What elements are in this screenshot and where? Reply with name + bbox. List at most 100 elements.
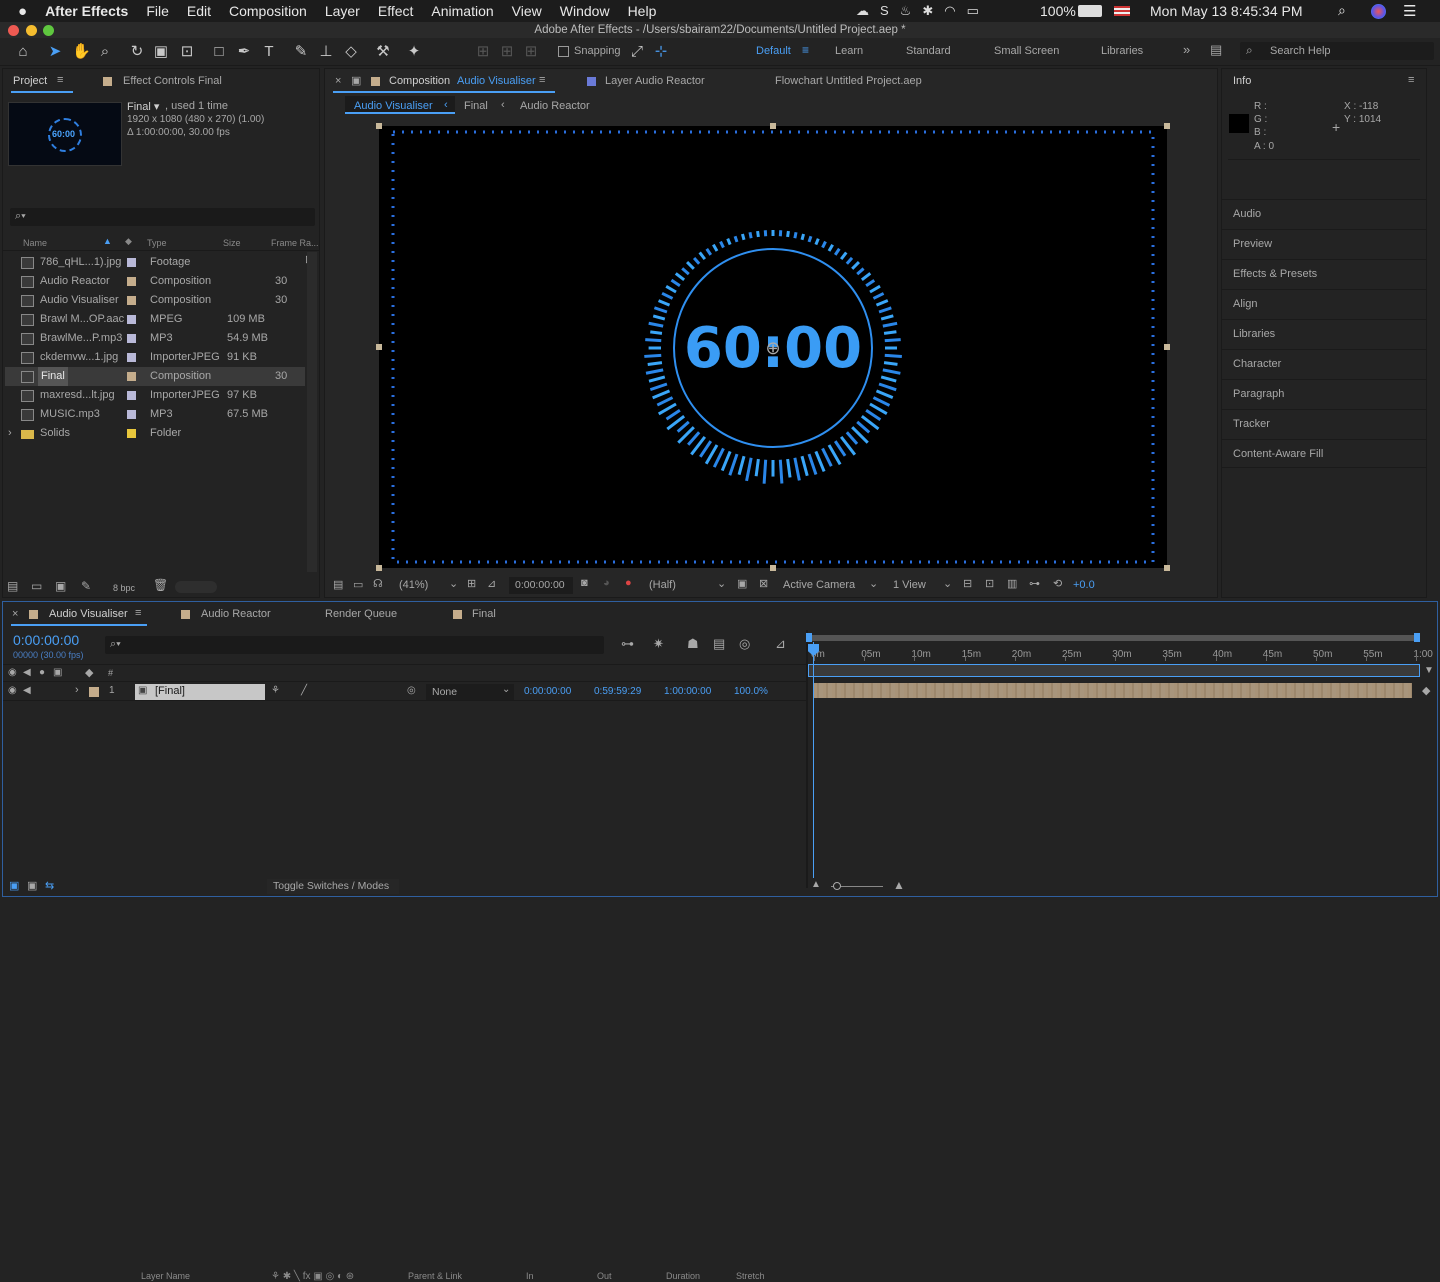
snap-features-icon[interactable]: ⊹ [652, 43, 670, 61]
zoom-out-icon[interactable]: ▲ [811, 879, 821, 890]
lock-icon[interactable]: ▣ [351, 74, 361, 87]
rectangle-tool-icon[interactable]: □ [210, 43, 228, 61]
project-item-row[interactable]: MUSIC.mp3MP367.5 MB [5, 405, 305, 424]
layer-label-swatch[interactable] [89, 687, 99, 697]
breadcrumb-final[interactable]: Final [464, 100, 488, 112]
exposure-value[interactable]: +0.0 [1073, 579, 1095, 591]
workspace-libraries[interactable]: Libraries [1101, 45, 1143, 57]
toggle-pixel-aspect-icon[interactable]: ⊟ [963, 577, 972, 590]
menu-effect[interactable]: Effect [369, 3, 423, 19]
home-icon[interactable]: ⌂ [14, 43, 32, 61]
work-area-start-handle[interactable] [806, 633, 812, 642]
new-folder-icon[interactable]: ▭ [31, 579, 42, 593]
wifi-icon[interactable]: ◠ [944, 3, 955, 19]
tab-effect-controls[interactable]: Effect Controls Final [123, 75, 222, 87]
label-tag-icon[interactable]: ◆ [85, 666, 93, 679]
project-tab-menu-icon[interactable]: ≡ [57, 74, 63, 86]
panel-preview[interactable]: Preview [1222, 229, 1426, 258]
menu-help[interactable]: Help [619, 3, 666, 19]
app-menu[interactable]: After Effects [36, 3, 137, 19]
channel-icon[interactable]: ● [625, 577, 632, 589]
adjust-project-settings-icon[interactable]: ✎ [81, 579, 91, 593]
navigator-bar[interactable] [808, 664, 1420, 677]
zoom-in-icon[interactable]: ▲ [893, 878, 905, 892]
project-item-row[interactable]: BrawlMe...P.mp3MP354.9 MB [5, 329, 305, 348]
menu-view[interactable]: View [503, 3, 551, 19]
timeline-close-tab-icon[interactable]: × [12, 608, 18, 620]
timeline-icon[interactable]: ▥ [1007, 577, 1017, 590]
menu-animation[interactable]: Animation [422, 3, 502, 19]
anchor-point-icon[interactable]: ⊕ [765, 338, 780, 358]
workspace-default[interactable]: Default [756, 45, 791, 57]
zoom-tool-icon[interactable]: ⌕ [96, 43, 114, 61]
project-scrollbar[interactable] [307, 252, 317, 572]
snap-edges-icon[interactable]: ⤢ [628, 43, 646, 61]
layer-name-cell[interactable]: ▣ [Final] [135, 684, 265, 700]
header-in[interactable]: In [526, 1271, 534, 1281]
project-item-row[interactable]: ›SolidsFolder [5, 424, 305, 443]
solo-switch-icon[interactable]: ● [39, 667, 45, 678]
airplay-icon[interactable]: ▭ [967, 3, 979, 19]
delete-icon[interactable]: 🗑 [153, 578, 168, 592]
project-item-row[interactable]: maxresd...lt.jpgImporterJPEG97 KB [5, 386, 305, 405]
brush-tool-icon[interactable]: ✎ [292, 43, 310, 61]
interpret-footage-icon[interactable]: ▤ [7, 579, 18, 593]
expand-in-out-icon[interactable]: ⇆ [45, 879, 54, 892]
graph-editor-icon[interactable]: ⊿ [775, 636, 786, 652]
viewer-handle-br[interactable] [1164, 565, 1170, 571]
current-time-field[interactable]: 0:00:00:00 [509, 577, 573, 594]
hide-shy-layers-icon[interactable]: ☗ [687, 636, 699, 652]
menu-layer[interactable]: Layer [316, 3, 369, 19]
column-frame-rate[interactable]: Frame Ra... [271, 238, 319, 248]
thumbnail-zoom-slider[interactable] [175, 581, 217, 593]
breadcrumb-audio-visualiser[interactable]: Audio Visualiser [354, 100, 433, 112]
creative-cloud-icon[interactable]: ☁ [856, 3, 869, 19]
tab-project[interactable]: Project [13, 75, 47, 87]
menu-composition[interactable]: Composition [220, 3, 316, 19]
header-stretch[interactable]: Stretch [736, 1271, 765, 1281]
toggle-switches-modes-button[interactable]: Toggle Switches / Modes [267, 879, 399, 894]
bluetooth-icon[interactable]: ✱ [922, 3, 933, 19]
project-item-row[interactable]: Audio VisualiserComposition30 [5, 291, 305, 310]
panel-paragraph[interactable]: Paragraph [1222, 379, 1426, 408]
project-item-label-swatch[interactable] [127, 429, 136, 438]
panel-align[interactable]: Align [1222, 289, 1426, 318]
flag-icon[interactable] [1114, 6, 1130, 16]
panel-toggle-icon[interactable]: ▤ [1210, 42, 1222, 58]
time-zoom-thumb[interactable] [833, 882, 841, 890]
battery-percent[interactable]: 100% [1040, 3, 1076, 19]
tab-layer[interactable]: Layer Audio Reactor [605, 75, 705, 87]
puppet-tool-icon[interactable]: ✦ [405, 43, 423, 61]
viewer-handle-ml[interactable] [376, 344, 382, 350]
timeline-tab-final[interactable]: Final [472, 608, 496, 620]
pan-behind-tool-icon[interactable]: ⊡ [178, 43, 196, 61]
quality-icon[interactable]: ╱ [301, 685, 307, 696]
cloud-app-icon[interactable]: ♨ [900, 3, 912, 19]
layer-row[interactable]: ◉ ◀ › 1 ▣ [Final] ⚘ ╱ ◎ None ⌄ 0:00:00:0… [3, 683, 807, 701]
region-of-interest-icon[interactable]: ▣ [737, 577, 747, 590]
clone-stamp-tool-icon[interactable]: ⊥ [317, 43, 335, 61]
column-type[interactable]: Type [147, 238, 167, 248]
work-area-bar[interactable] [808, 635, 1420, 641]
lock-switch-icon[interactable]: ▣ [53, 667, 62, 678]
zoom-window-button[interactable] [43, 25, 54, 36]
project-item-row[interactable]: ckdemvw...1.jpgImporterJPEG91 KB [5, 348, 305, 367]
render-time-icon[interactable]: ▣ [9, 879, 19, 892]
timeline-tab-menu-icon[interactable]: ≡ [135, 607, 141, 619]
column-name[interactable]: Name [23, 238, 47, 248]
breadcrumb-audio-reactor[interactable]: Audio Reactor [520, 100, 590, 112]
show-snapshot-icon[interactable]: ◕ [603, 577, 610, 589]
minimize-window-button[interactable] [26, 25, 37, 36]
menu-edit[interactable]: Edit [178, 3, 220, 19]
vr-icon[interactable]: ☊ [373, 577, 383, 590]
project-item-label-swatch[interactable] [127, 410, 136, 419]
type-tool-icon[interactable]: T [260, 43, 278, 61]
resolution-chevron-down-icon[interactable]: ⌄ [717, 577, 726, 590]
parent-dropdown[interactable]: None ⌄ [426, 684, 514, 700]
composition-mini-flowchart-icon[interactable]: ⊶ [621, 636, 634, 652]
timecode-display[interactable]: 0:00:00:00 [13, 632, 79, 648]
project-item-label-swatch[interactable] [127, 258, 136, 267]
viewer-handle-mr[interactable] [1164, 344, 1170, 350]
project-item-label-swatch[interactable] [127, 334, 136, 343]
frame-blending-icon[interactable]: ▤ [713, 636, 725, 652]
